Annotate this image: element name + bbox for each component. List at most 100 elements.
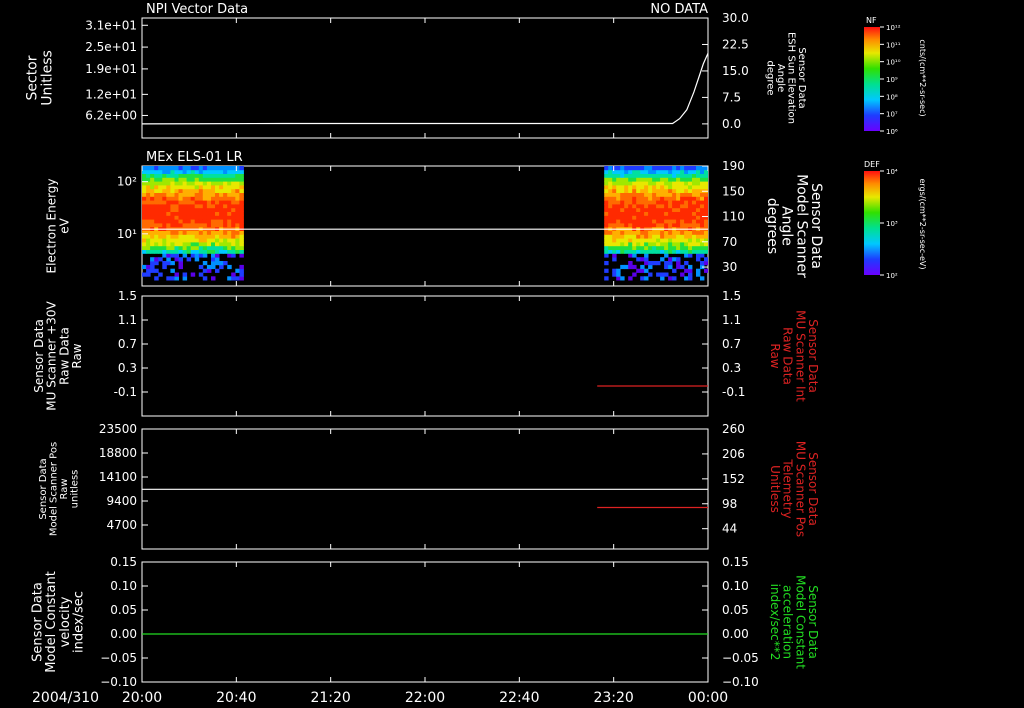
spectrogram-cell: [612, 173, 617, 178]
spectrogram-cell: [676, 223, 681, 228]
spectrogram-cell: [206, 264, 212, 270]
spectrogram-cell: [668, 207, 673, 212]
spectrogram-cell: [227, 200, 232, 205]
spectrogram-cell: [150, 207, 155, 212]
spectrogram-cell: [620, 211, 625, 216]
spectrogram-cell: [231, 242, 236, 247]
spectrogram-cell: [166, 169, 171, 174]
spectrogram-cell: [202, 238, 208, 243]
spectrogram-cell: [672, 242, 677, 247]
spectrogram-cell: [219, 181, 224, 186]
panel-5-right-tick-label: 0.00: [722, 627, 749, 641]
panel-1-right-tick-label: 22.5: [722, 37, 749, 51]
colorbar-tick-label: 10⁹: [886, 76, 898, 84]
spectrogram-cell: [170, 253, 175, 258]
spectrogram-cell: [154, 215, 159, 220]
spectrogram-cell: [235, 215, 240, 220]
spectrogram-cell: [194, 230, 200, 235]
spectrogram-cell: [211, 169, 216, 174]
spectrogram-cell: [211, 215, 216, 220]
spectrogram-cell: [174, 204, 179, 209]
spectrogram-cell: [186, 215, 192, 220]
spectrogram-cell: [612, 200, 617, 205]
panel-1-left-tick-label: 1.9e+01: [85, 62, 137, 76]
spectrogram-cell: [154, 276, 159, 281]
spectrogram-cell: [656, 177, 661, 182]
panel-2-right-tick-label: 190: [722, 159, 745, 173]
spectrogram-cell: [158, 177, 163, 182]
spectrogram-cell: [652, 207, 657, 212]
spectrogram-cell: [174, 238, 179, 243]
spectrogram-cell: [150, 185, 155, 190]
spectrogram-cell: [223, 261, 228, 266]
spectrogram-cell: [680, 169, 685, 174]
spectrogram-cell: [704, 268, 708, 273]
spectrogram-cell: [194, 253, 200, 258]
spectrogram-cell: [632, 264, 637, 270]
spectrogram-cell: [636, 268, 641, 273]
spectrogram-cell: [656, 238, 661, 243]
spectrogram-cell: [672, 230, 677, 235]
spectrogram-cell: [648, 188, 653, 193]
spectrogram-cell: [688, 264, 693, 270]
spectrogram-cell: [178, 207, 183, 212]
spectrogram-cell: [660, 188, 665, 193]
spectrogram-cell: [652, 245, 657, 250]
spectrogram-cell: [206, 207, 212, 212]
panel-3-left-tick-label: 1.1: [118, 313, 137, 327]
spectrogram-cell: [202, 242, 208, 247]
spectrogram-cell: [672, 169, 677, 174]
spectrogram-cell: [692, 185, 697, 190]
spectrogram-cell: [219, 207, 224, 212]
spectrogram-cell: [648, 245, 653, 250]
spectrogram-cell: [644, 245, 649, 250]
spectrogram-cell: [150, 234, 155, 239]
spectrogram-cell: [644, 196, 649, 201]
spectrogram-cell: [700, 234, 705, 239]
spectrogram-cell: [604, 192, 609, 197]
spectrogram-cell: [174, 173, 179, 178]
spectrogram-cell: [215, 177, 220, 182]
spectrogram-cell: [688, 200, 693, 205]
colorbar-nf-label: NF: [866, 16, 877, 25]
spectrogram-cell: [672, 188, 677, 193]
spectrogram-cell: [656, 196, 661, 201]
spectrogram-cell: [648, 230, 653, 235]
spectrogram-cell: [202, 219, 208, 224]
spectrogram-cell: [186, 181, 192, 186]
spectrogram-cell: [608, 245, 613, 250]
spectrogram-cell: [644, 238, 649, 243]
spectrogram-cell: [656, 230, 661, 235]
spectrogram-cell: [239, 253, 244, 258]
spectrogram-cell: [616, 219, 621, 224]
spectrogram-cell: [632, 238, 637, 243]
spectrogram-cell: [692, 173, 697, 178]
no-data-label: NO DATA: [650, 2, 708, 17]
spectrogram-cell: [194, 249, 200, 254]
spectrogram-cell: [194, 192, 200, 197]
spectrogram-cell: [616, 188, 621, 193]
spectrogram-cell: [664, 223, 669, 228]
spectrogram-cell: [231, 185, 236, 190]
spectrogram-cell: [672, 249, 677, 254]
spectrogram-cell: [640, 245, 645, 250]
spectrogram-cell: [644, 192, 649, 197]
spectrogram-cell: [186, 200, 192, 205]
spectrogram-cell: [656, 234, 661, 239]
spectrogram-cell: [223, 249, 228, 254]
spectrogram-cell: [211, 173, 216, 178]
spectrogram-cell: [704, 207, 708, 212]
spectrogram-cell: [660, 196, 665, 201]
spectrogram-cell: [170, 169, 175, 174]
panel-5-left-tick-label: 0.00: [110, 627, 137, 641]
spectrogram-cell: [150, 219, 155, 224]
spectrogram-cell: [640, 185, 645, 190]
spectrogram-cell: [680, 204, 685, 209]
spectrogram-cell: [620, 234, 625, 239]
spectrogram-cell: [628, 234, 633, 239]
spectrogram-cell: [616, 272, 621, 277]
spectrogram-cell: [620, 196, 625, 201]
spectrogram-cell: [178, 257, 183, 262]
spectrogram-cell: [202, 268, 208, 273]
spectrogram-cell: [231, 177, 236, 182]
